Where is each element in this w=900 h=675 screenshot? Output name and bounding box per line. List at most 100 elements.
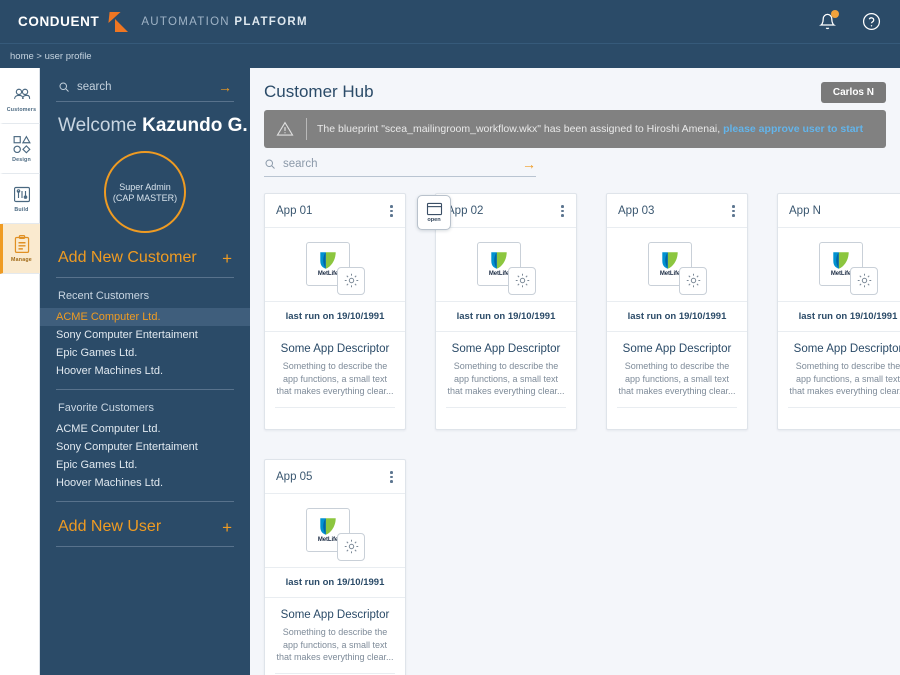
card-last-run: last run on 19/10/1991	[778, 302, 900, 332]
card-desc-title: Some App Descriptor	[280, 342, 390, 355]
metlife-logo-text: MetLife	[317, 537, 339, 544]
more-options-icon[interactable]	[558, 203, 567, 219]
card-last-run: last run on 19/10/1991	[265, 302, 405, 332]
plus-icon: +	[222, 248, 232, 268]
card-description: Some App Descriptor Something to describ…	[265, 598, 405, 664]
open-tooltip-popup[interactable]: open	[417, 195, 451, 230]
add-new-user-button[interactable]: Add New User +	[56, 502, 234, 547]
list-item[interactable]: Hoover Machines Ltd.	[40, 474, 250, 492]
app-card[interactable]: App 05 MetLife last run on 19/10/1991 So…	[264, 459, 406, 675]
build-tools-icon	[13, 186, 30, 203]
card-last-run: last run on 19/10/1991	[265, 568, 405, 598]
open-tooltip-label: open	[427, 217, 441, 223]
sidebar-search-placeholder: search	[77, 81, 112, 93]
rail-label-customers: Customers	[6, 107, 37, 113]
main-content: Customer Hub Carlos N The blueprint "sce…	[250, 68, 900, 675]
favorite-customers-list: ACME Computer Ltd. Sony Computer Enterta…	[56, 420, 234, 492]
bell-icon[interactable]	[814, 9, 840, 35]
main-search-placeholder: search	[283, 158, 318, 170]
app-card[interactable]: App 03 MetLife last run on 19/10/1991 So…	[606, 193, 748, 431]
welcome-line: Welcome Kazundo G.	[56, 102, 248, 137]
rail-label-design: Design	[12, 157, 31, 163]
more-options-icon[interactable]	[387, 469, 396, 485]
metlife-mark-icon	[320, 252, 336, 270]
card-footer	[446, 407, 566, 429]
card-title: App 02	[447, 204, 484, 217]
add-new-user-label: Add New User	[58, 518, 162, 535]
role-badge-line2: (CAP MASTER)	[112, 192, 178, 203]
user-name: Kazundo G.	[142, 115, 248, 136]
metlife-mark-icon	[491, 252, 507, 270]
rail-item-customers[interactable]: Customers	[0, 74, 40, 124]
rail-item-build[interactable]: Build	[0, 174, 40, 224]
gear-icon[interactable]	[850, 266, 878, 295]
card-description: Some App Descriptor Something to describ…	[607, 332, 747, 398]
list-item[interactable]: Epic Games Ltd.	[40, 456, 250, 474]
sidebar-search[interactable]: search →	[56, 68, 234, 102]
recent-customers-list: ACME Computer Ltd. Sony Computer Enterta…	[40, 308, 250, 380]
search-icon	[59, 82, 69, 92]
user-chip[interactable]: Carlos N	[820, 81, 886, 103]
main-search[interactable]: search →	[264, 157, 536, 177]
gear-icon[interactable]	[337, 532, 365, 561]
icon-rail: Customers Design Build Manage	[0, 68, 40, 675]
card-desc-body: Something to describe the app functions,…	[789, 360, 900, 397]
arrow-right-icon[interactable]: →	[218, 80, 232, 94]
plus-icon: +	[222, 517, 232, 537]
card-header: App 02	[436, 194, 576, 228]
search-icon	[265, 159, 275, 169]
list-item[interactable]: Hoover Machines Ltd.	[40, 362, 250, 380]
welcome-label: Welcome	[58, 115, 137, 136]
top-bar: CONDUENT AUTOMATION PLATFORM	[0, 0, 900, 43]
gear-icon[interactable]	[508, 266, 536, 295]
arrow-right-icon[interactable]: →	[522, 157, 536, 171]
app-card[interactable]: App 02 MetLife last run on 19/10/1991 So…	[435, 193, 577, 431]
card-header: App N	[778, 194, 900, 228]
rail-item-design[interactable]: Design	[0, 124, 40, 174]
rail-label-manage: Manage	[11, 257, 32, 263]
card-header: App 03	[607, 194, 747, 228]
rail-item-manage[interactable]: Manage	[0, 224, 40, 274]
card-last-run: last run on 19/10/1991	[436, 302, 576, 332]
metlife-mark-icon	[662, 252, 678, 270]
gear-icon[interactable]	[337, 266, 365, 295]
role-badge: Super Admin (CAP MASTER)	[104, 151, 186, 233]
list-item[interactable]: ACME Computer Ltd.	[40, 420, 250, 438]
card-footer	[275, 407, 395, 429]
approve-user-link[interactable]: please approve user to start	[723, 123, 863, 135]
metlife-mark-icon	[833, 252, 849, 270]
card-description: Some App Descriptor Something to describ…	[265, 332, 405, 398]
list-item[interactable]: Sony Computer Entertaiment	[40, 326, 250, 344]
more-options-icon[interactable]	[387, 203, 396, 219]
alert-text: The blueprint "scea_mailingroom_workflow…	[317, 123, 864, 135]
app-card[interactable]: App 01 MetLife last run on 19/10/1991 So…	[264, 193, 406, 431]
app-root: CONDUENT AUTOMATION PLATFORM home > user…	[0, 0, 900, 675]
breadcrumb[interactable]: home > user profile	[0, 43, 900, 68]
card-logo: MetLife	[265, 494, 405, 568]
card-last-run: last run on 19/10/1991	[607, 302, 747, 332]
help-circle-icon[interactable]	[858, 9, 884, 35]
list-item[interactable]: Epic Games Ltd.	[40, 344, 250, 362]
conduent-swoosh-icon	[107, 11, 133, 33]
window-open-icon	[426, 202, 442, 216]
gear-icon[interactable]	[679, 266, 707, 295]
list-item[interactable]: ACME Computer Ltd.	[40, 308, 250, 326]
card-desc-title: Some App Descriptor	[280, 608, 390, 621]
metlife-mark-icon	[320, 518, 336, 536]
more-options-icon[interactable]	[729, 203, 738, 219]
card-logo: MetLife	[607, 228, 747, 302]
card-header: App 01	[265, 194, 405, 228]
brand-name: CONDUENT	[18, 14, 100, 29]
top-bar-actions	[814, 9, 884, 35]
card-description: Some App Descriptor Something to describ…	[436, 332, 576, 398]
main-header: Customer Hub Carlos N	[250, 68, 900, 106]
card-header: App 05	[265, 460, 405, 494]
add-new-customer-button[interactable]: Add New Customer +	[56, 233, 234, 278]
app-card[interactable]: App N MetLife last run on 19/10/1991 Som…	[777, 193, 900, 431]
design-shapes-icon	[12, 135, 31, 154]
sidebar: search → Welcome Kazundo G. Super Admin …	[40, 68, 250, 675]
list-item[interactable]: Sony Computer Entertaiment	[40, 438, 250, 456]
card-footer	[617, 407, 737, 429]
card-desc-body: Something to describe the app functions,…	[276, 360, 394, 397]
card-title: App N	[789, 204, 821, 217]
